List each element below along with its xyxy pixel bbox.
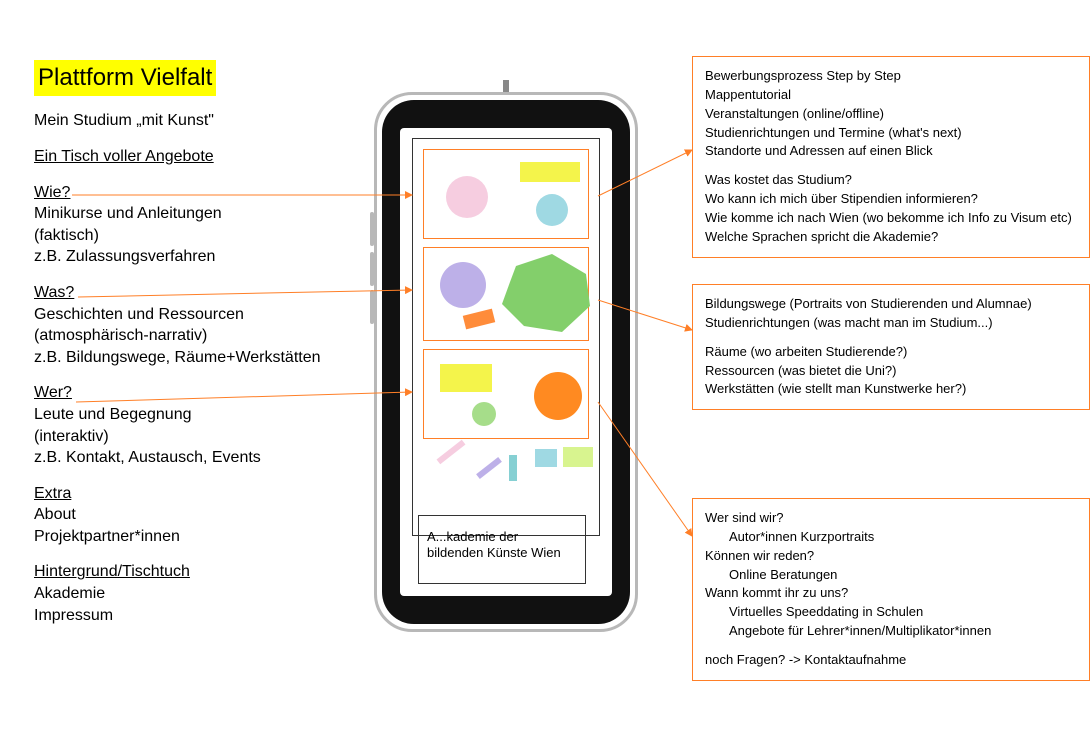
- was-line2: (atmosphärisch-narrativ): [34, 327, 207, 344]
- box1-line: Bewerbungsprozess Step by Step: [705, 67, 1077, 86]
- card-wie: [423, 149, 589, 239]
- box2-line: Räume (wo arbeiten Studierende?): [705, 343, 1077, 362]
- box3-line: noch Fragen? -> Kontaktaufnahme: [705, 651, 1077, 670]
- wie-line1: Minikurse und Anleitungen: [34, 205, 222, 222]
- shape-green-circle-icon: [472, 402, 496, 426]
- shape-stray-teal-icon: [509, 455, 517, 481]
- content-sheet: [412, 138, 600, 536]
- shape-stray-pink-icon: [437, 440, 466, 464]
- box1-line: Welche Sprachen spricht die Akademie?: [705, 228, 1077, 247]
- phone-frame-body: A...kademie der bildenden Künste Wien: [382, 100, 630, 624]
- card-wer: [423, 349, 589, 439]
- phone-footer-tab: A...kademie der bildenden Künste Wien: [418, 523, 586, 584]
- extra-heading: Extra: [34, 485, 71, 502]
- left-column: Plattform Vielfalt Mein Studium „mit Kun…: [34, 60, 364, 640]
- box2-line: Werkstätten (wie stellt man Kunstwerke h…: [705, 380, 1077, 399]
- box1-line: Standorte und Adressen auf einen Blick: [705, 142, 1077, 161]
- footer-line2: bildenden Künste Wien: [427, 545, 561, 560]
- section-was: Was? Geschichten und Ressourcen (atmosph…: [34, 282, 364, 368]
- box1-line: Was kostet das Studium?: [705, 171, 1077, 190]
- box3-line: Wer sind wir?: [705, 509, 1077, 528]
- wer-line1: Leute und Begegnung: [34, 406, 191, 423]
- box2-line: Studienrichtungen (was macht man im Stud…: [705, 314, 1077, 333]
- phone-screen: A...kademie der bildenden Künste Wien: [400, 128, 612, 596]
- wie-line3: z.B. Zulassungsverfahren: [34, 248, 215, 265]
- box1-line: Mappentutorial: [705, 86, 1077, 105]
- box1-line: Wo kann ich mich über Stipendien informi…: [705, 190, 1077, 209]
- phone-top-button-icon: [503, 80, 509, 92]
- shape-stray-purple-icon: [476, 457, 502, 479]
- wer-line3: z.B. Kontakt, Austausch, Events: [34, 449, 261, 466]
- extra-line2: Projektpartner*innen: [34, 528, 180, 545]
- box2-line: Bildungswege (Portraits von Studierenden…: [705, 295, 1077, 314]
- shape-stray-lime-icon: [563, 447, 593, 467]
- was-heading: Was?: [34, 284, 74, 301]
- box1-line: Veranstaltungen (online/offline): [705, 105, 1077, 124]
- section-wer: Wer? Leute und Begegnung (interaktiv) z.…: [34, 382, 364, 468]
- page-title: Plattform Vielfalt: [34, 60, 216, 96]
- box1-line: Studienrichtungen und Termine (what's ne…: [705, 124, 1077, 143]
- detail-box-was: Bildungswege (Portraits von Studierenden…: [692, 284, 1090, 410]
- shape-yellow-rect-icon: [520, 162, 580, 182]
- box3-line: Autor*innen Kurzportraits: [705, 528, 1077, 547]
- card-was: [423, 247, 589, 341]
- section-wie: Wie? Minikurse und Anleitungen (faktisch…: [34, 182, 364, 268]
- wie-heading: Wie?: [34, 184, 70, 201]
- box3-line: Angebote für Lehrer*innen/Multiplikator*…: [705, 622, 1077, 641]
- extra-line1: About: [34, 506, 76, 523]
- box3-line: Können wir reden?: [705, 547, 1077, 566]
- shape-green-blob-icon: [496, 252, 596, 336]
- detail-box-wer: Wer sind wir? Autor*innen Kurzportraits …: [692, 498, 1090, 681]
- box1-line: Wie komme ich nach Wien (wo bekomme ich …: [705, 209, 1077, 228]
- section-extra: Extra About Projektpartner*innen: [34, 483, 364, 548]
- phone-mockup: A...kademie der bildenden Künste Wien: [374, 92, 638, 632]
- was-line3: z.B. Bildungswege, Räume+Werkstätten: [34, 349, 321, 366]
- page: Plattform Vielfalt Mein Studium „mit Kun…: [0, 0, 1090, 732]
- box3-line: Online Beratungen: [705, 566, 1077, 585]
- footer-line1: A...kademie der: [427, 529, 518, 544]
- heading-offers: Ein Tisch voller Angebote: [34, 146, 364, 168]
- box3-line: Virtuelles Speeddating in Schulen: [705, 603, 1077, 622]
- wie-line2: (faktisch): [34, 227, 99, 244]
- wer-line2: (interaktiv): [34, 428, 109, 445]
- background-line1: Akademie: [34, 585, 105, 602]
- background-line2: Impressum: [34, 607, 113, 624]
- detail-box-wie: Bewerbungsprozess Step by Step Mappentut…: [692, 56, 1090, 258]
- background-heading: Hintergrund/Tischtuch: [34, 563, 190, 580]
- shape-stray-blue-icon: [535, 449, 557, 467]
- shape-orange-rect-icon: [463, 309, 495, 330]
- subtitle: Mein Studium „mit Kunst": [34, 110, 364, 132]
- box3-line: Wann kommt ihr zu uns?: [705, 584, 1077, 603]
- shape-orange-circle-icon: [534, 372, 582, 420]
- shape-blue-circle-icon: [536, 194, 568, 226]
- box2-line: Ressourcen (was bietet die Uni?): [705, 362, 1077, 381]
- shape-purple-circle-icon: [440, 262, 486, 308]
- section-background: Hintergrund/Tischtuch Akademie Impressum: [34, 561, 364, 626]
- shape-yellow-rect2-icon: [440, 364, 492, 392]
- shape-pink-circle-icon: [446, 176, 488, 218]
- wer-heading: Wer?: [34, 384, 72, 401]
- was-line1: Geschichten und Ressourcen: [34, 306, 244, 323]
